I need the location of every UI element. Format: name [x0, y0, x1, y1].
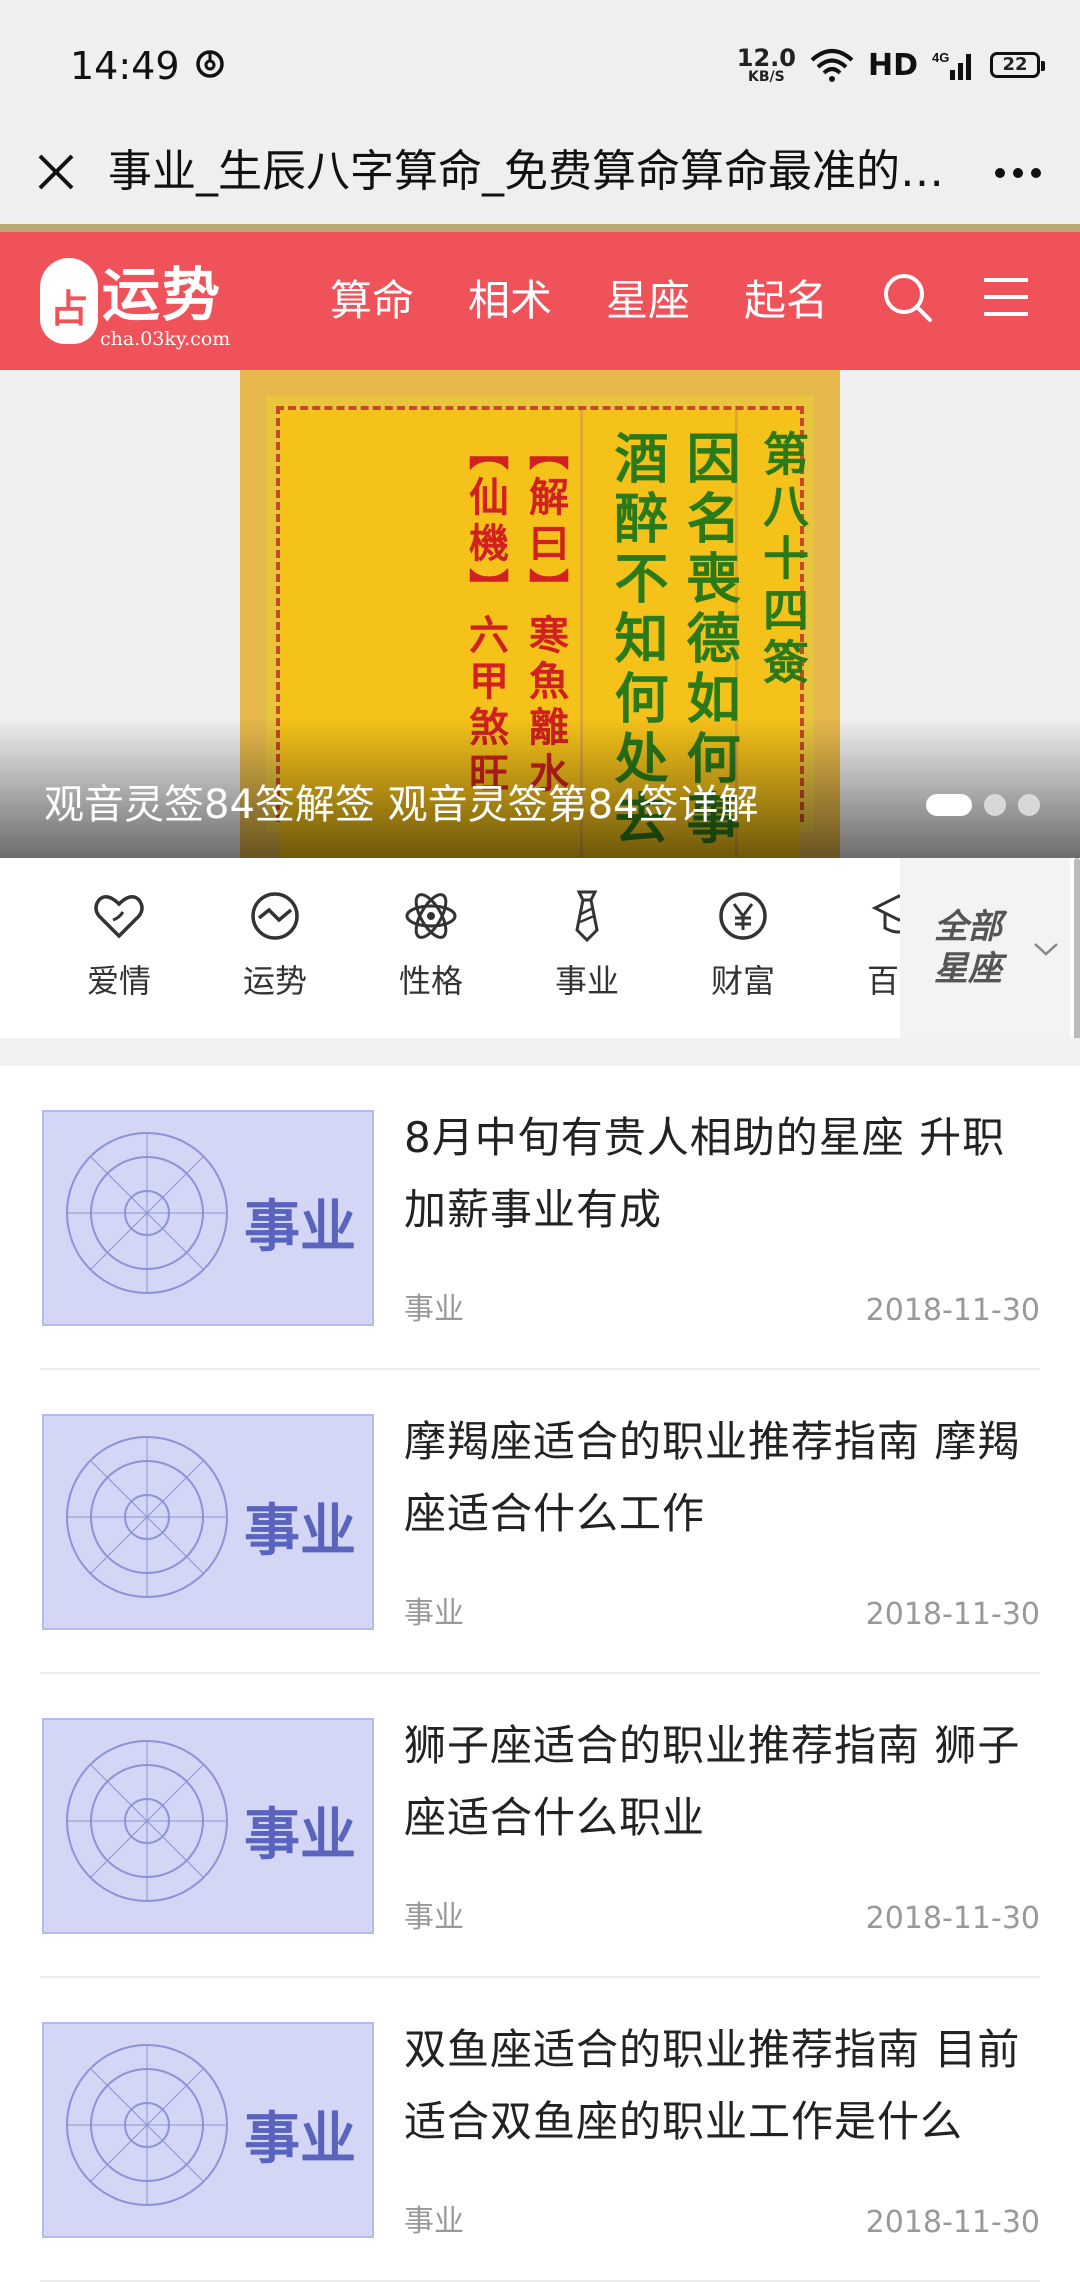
site-logo[interactable]: 占 运势 cha.03ky.com	[40, 244, 250, 356]
category-label: 性格	[398, 962, 463, 1000]
thumbnail-word: 事业	[244, 1802, 356, 1868]
banner-caption[interactable]: 观音灵签84签解签 观音灵签第84签详解	[44, 772, 804, 830]
all-categories-button[interactable]: 全部星座	[900, 858, 1070, 1038]
article-date: 2018-11-30	[865, 2205, 1040, 2240]
list-item[interactable]: 事业 狮子座适合的职业推荐指南 狮子座适合什么职业 事业 2018-11-30	[40, 1674, 1040, 1978]
nav-xingzuo[interactable]: 星座	[606, 266, 744, 336]
article-title[interactable]: 双鱼座适合的职业推荐指南 目前适合双鱼座的职业工作是什么	[404, 2014, 1040, 2158]
thumbnail-word: 事业	[244, 1194, 356, 1260]
search-icon[interactable]	[880, 270, 936, 326]
trend-icon	[251, 892, 299, 940]
thumbnail-word: 事业	[244, 2106, 356, 2172]
status-right: 12.0 KB/S HD 4G 22	[737, 40, 1045, 90]
banner-carousel[interactable]: 第八十四簽 因名喪德如何事 酒醉不知何处去 【解曰】寒魚離水 【仙機】六甲煞旺 …	[0, 370, 1080, 858]
article-thumbnail: 事业	[42, 2022, 374, 2238]
hd-indicator: HD	[867, 47, 918, 83]
main-nav: 算命 相术 星座 起名	[330, 266, 882, 336]
status-time: 14:49	[70, 44, 180, 88]
carousel-dot[interactable]	[1018, 794, 1040, 816]
list-item[interactable]: 事业 双鱼座适合的职业推荐指南 目前适合双鱼座的职业工作是什么 事业 2018-…	[40, 1978, 1040, 2282]
logo-url: cha.03ky.com	[100, 328, 231, 350]
category-wealth[interactable]: 财富	[688, 888, 798, 1002]
more-icon[interactable]	[990, 148, 1046, 198]
close-icon[interactable]	[30, 146, 82, 198]
wifi-icon	[810, 49, 854, 82]
zodiac-wheel-icon	[66, 1436, 228, 1598]
zodiac-wheel-icon	[66, 2044, 228, 2206]
battery-level: 22	[1002, 54, 1028, 75]
article-thumbnail: 事业	[42, 1110, 374, 1326]
article-title[interactable]: 摩羯座适合的职业推荐指南 摩羯座适合什么工作	[404, 1406, 1040, 1550]
category-career[interactable]: 事业	[532, 888, 642, 1002]
article-date: 2018-11-30	[865, 1293, 1040, 1328]
status-bar: 14:49 12.0 KB/S HD 4G 22	[0, 0, 1080, 128]
list-item[interactable]: 事业 摩羯座适合的职业推荐指南 摩羯座适合什么工作 事业 2018-11-30	[40, 1370, 1040, 1674]
carousel-dot[interactable]	[984, 794, 1006, 816]
category-love[interactable]: 爱情	[64, 888, 174, 1002]
carousel-dot[interactable]	[926, 794, 972, 816]
network-speed-value: 12.0	[736, 44, 796, 72]
article-tag: 事业	[404, 1900, 464, 1935]
yen-icon	[719, 892, 767, 940]
article-date: 2018-11-30	[865, 1901, 1040, 1936]
logo-seal-icon: 占	[40, 258, 98, 344]
category-label: 事业	[554, 962, 619, 1000]
category-fortune[interactable]: 运势	[220, 888, 330, 1002]
article-tag: 事业	[404, 2204, 464, 2239]
slip-col-1: 第八十四簽	[756, 430, 810, 690]
article-thumbnail: 事业	[42, 1718, 374, 1934]
category-personality[interactable]: 性格	[376, 888, 486, 1002]
section-gap	[0, 1038, 1080, 1066]
nav-qiming[interactable]: 起名	[744, 266, 882, 336]
zodiac-wheel-icon	[66, 1132, 228, 1294]
page-title: 事业_生辰八字算命_免费算命算命最准的网站	[108, 146, 968, 197]
zodiac-wheel-icon	[66, 1740, 228, 1902]
menu-icon[interactable]	[982, 274, 1030, 320]
category-label: 财富	[710, 962, 775, 1000]
heart-icon	[94, 895, 144, 939]
article-thumbnail: 事业	[42, 1414, 374, 1630]
notification-app-icon	[196, 50, 224, 78]
chevron-down-icon	[1034, 943, 1058, 956]
category-label: 爱情	[86, 962, 151, 1000]
atom-icon	[405, 893, 457, 939]
network-speed-unit: KB/S	[748, 69, 785, 85]
category-label: 运势	[242, 962, 307, 1000]
article-title[interactable]: 8月中旬有贵人相助的星座 升职加薪事业有成	[404, 1102, 1040, 1246]
divider	[0, 224, 1080, 232]
article-title[interactable]: 狮子座适合的职业推荐指南 狮子座适合什么职业	[404, 1710, 1040, 1854]
logo-seal-mark: 占	[50, 287, 89, 331]
nav-xiangshu[interactable]: 相术	[468, 266, 606, 336]
logo-text: 运势	[102, 261, 223, 329]
site-header: 占 运势 cha.03ky.com 算命 相术 星座 起名	[0, 232, 1080, 370]
thumbnail-word: 事业	[244, 1498, 356, 1564]
tie-icon	[575, 890, 599, 943]
signal-label: 4G	[932, 50, 949, 65]
article-date: 2018-11-30	[865, 1597, 1040, 1632]
list-item[interactable]: 事业 8月中旬有贵人相助的星座 升职加薪事业有成 事业 2018-11-30	[40, 1066, 1040, 1370]
network-speed: 12.0 KB/S	[737, 46, 796, 84]
webview-title-bar: 事业_生辰八字算命_免费算命算命最准的网站	[0, 128, 1080, 224]
carousel-dots	[926, 794, 1040, 816]
category-bar: 爱情 运势 性格 事业 财富 百科 全部星座	[0, 858, 1080, 1038]
scrollbar[interactable]	[1074, 858, 1080, 1058]
article-list: 事业 8月中旬有贵人相助的星座 升职加薪事业有成 事业 2018-11-30 事…	[40, 1066, 1040, 2282]
battery-icon: 22	[990, 52, 1045, 78]
signal-icon: 4G	[932, 50, 971, 80]
all-categories-label: 全部星座	[934, 907, 1002, 989]
article-tag: 事业	[404, 1292, 464, 1327]
nav-suanming[interactable]: 算命	[330, 266, 468, 336]
article-tag: 事业	[404, 1596, 464, 1631]
